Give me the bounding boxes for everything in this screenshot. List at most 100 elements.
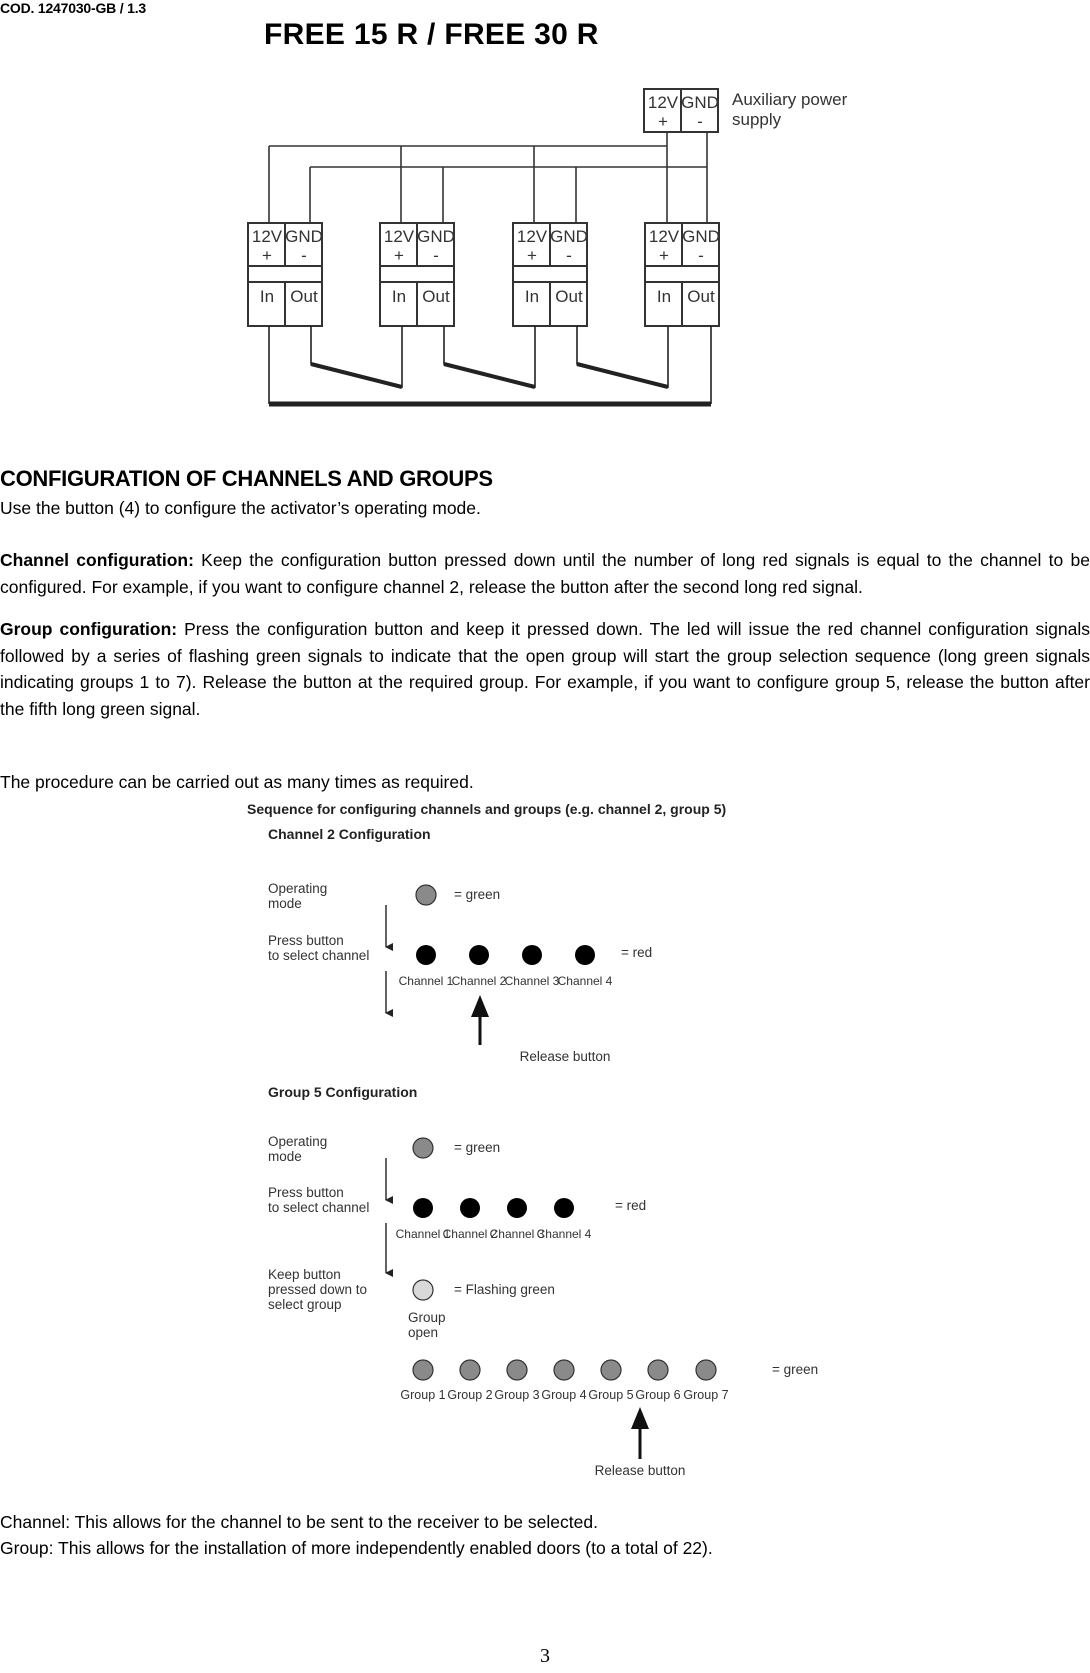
led-green-icon	[412, 1359, 434, 1381]
led-red-icon	[522, 945, 542, 965]
terminal-12v-sign: +	[527, 246, 537, 265]
led-green-icon	[553, 1359, 575, 1381]
terminal-unit: 12V+ GND- In Out	[247, 222, 323, 327]
led-red-icon	[416, 945, 436, 965]
channel-note: Channel: This allows for the channel to …	[0, 1512, 598, 1532]
terminal-12v-label: 12V	[252, 227, 283, 246]
group-config-label: Group configuration:	[0, 619, 178, 639]
group-note: Group: This allows for the installation …	[0, 1538, 713, 1558]
terminal-12v-label: 12V	[384, 227, 415, 246]
terminal-separator	[644, 265, 720, 283]
channel-config-label: Channel configuration:	[0, 550, 194, 570]
terminal-in-label: In	[525, 287, 539, 306]
channel-block-operating-2: mode	[268, 896, 302, 911]
led-green-icon	[695, 1359, 717, 1381]
group-label: Group 3	[494, 1388, 539, 1402]
daisy-chain-links	[268, 326, 712, 407]
group-label: Group 4	[541, 1388, 586, 1402]
led-flashing-green-icon	[412, 1279, 434, 1301]
terminal-in-label: In	[260, 287, 274, 306]
aux-12v-sign: +	[658, 112, 668, 131]
group-block-red-legend: = red	[615, 1198, 646, 1213]
terminal-out-label: Out	[290, 287, 318, 306]
channel-label: Channel 3	[505, 974, 560, 988]
led-green-icon	[647, 1359, 669, 1381]
channel-block-release-label: Release button	[520, 1049, 611, 1064]
channel-label: Channel 4	[537, 1227, 592, 1241]
group-open-label-1: Group	[408, 1310, 446, 1325]
section-heading: CONFIGURATION OF CHANNELS AND GROUPS	[0, 466, 493, 491]
release-arrowhead-icon	[471, 995, 489, 1017]
led-red-icon	[554, 1198, 574, 1218]
terminal-gnd-label: GND	[417, 227, 455, 246]
terminal-out-label: Out	[687, 287, 715, 306]
terminal-gnd-sign: -	[301, 246, 307, 265]
sequence-title: Sequence for configuring channels and gr…	[247, 801, 726, 817]
led-green-icon	[412, 1137, 434, 1159]
group-block-operating-1: Operating	[268, 1134, 327, 1149]
group-config-paragraph: Group configuration: Press the configura…	[0, 616, 1090, 722]
led-red-icon	[460, 1198, 480, 1218]
group-block-keep-2: pressed down to	[268, 1282, 367, 1297]
led-red-icon	[469, 945, 489, 965]
aux-supply-label-1: Auxiliary power	[732, 90, 848, 109]
terminal-gnd-sign: -	[433, 246, 439, 265]
terminal-out-label: Out	[555, 287, 583, 306]
terminal-separator	[379, 265, 455, 283]
release-arrowhead-icon	[631, 1407, 649, 1429]
terminal-gnd-label: GND	[682, 227, 720, 246]
aux-gnd-label: GND	[681, 93, 719, 112]
terminal-gnd-label: GND	[550, 227, 588, 246]
section-intro: Use the button (4) to configure the acti…	[0, 498, 481, 518]
group-block-keep-1: Keep button	[268, 1267, 341, 1282]
terminal-separator	[512, 265, 588, 283]
terminal-12v-label: 12V	[649, 227, 680, 246]
group-block-keep-3: select group	[268, 1297, 342, 1312]
terminal-separator	[247, 265, 323, 283]
terminal-out-label: Out	[422, 287, 450, 306]
group-block-release-label: Release button	[595, 1463, 686, 1478]
terminal-unit: 12V+ GND- In Out	[512, 222, 588, 327]
led-red-icon	[575, 945, 595, 965]
group-block-press-1: Press button	[268, 1185, 344, 1200]
terminal-12v-label: 12V	[517, 227, 548, 246]
terminal-gnd-sign: -	[566, 246, 572, 265]
wiring-diagram: 12V+GND-In Out12V+GND-In Out12V+GND-In Out1…	[247, 88, 848, 407]
group-block-green-legend: = green	[454, 1140, 500, 1155]
led-green-icon	[459, 1359, 481, 1381]
group-label: Group 1	[400, 1388, 445, 1402]
terminal-12v-sign: +	[262, 246, 272, 265]
channel-block-press-1: Press button	[268, 933, 344, 948]
led-green-icon	[506, 1359, 528, 1381]
group-open-label-2: open	[408, 1325, 438, 1340]
terminal-12v-sign: +	[659, 246, 669, 265]
group-label: Group 7	[683, 1388, 728, 1402]
led-green-icon	[415, 884, 437, 906]
group-label: Group 5	[588, 1388, 633, 1402]
channel-block-press-2: to select channel	[268, 948, 369, 963]
terminal-gnd-sign: -	[698, 246, 704, 265]
terminal-12v-sign: +	[394, 246, 404, 265]
channel-block-green-legend: = green	[454, 887, 500, 902]
channel-block-red-legend: = red	[621, 945, 652, 960]
aux-gnd-sign: -	[697, 112, 703, 131]
group-label: Group 2	[447, 1388, 492, 1402]
sequence-diagram: Sequence for configuring channels and gr…	[247, 801, 818, 1478]
led-red-icon	[413, 1198, 433, 1218]
group-block-operating-2: mode	[268, 1149, 302, 1164]
channel-label: Channel 1	[399, 974, 454, 988]
channel-block-operating-1: Operating	[268, 881, 327, 896]
terminal-gnd-label: GND	[285, 227, 323, 246]
group-block-heading: Group 5 Configuration	[268, 1084, 417, 1100]
group-label: Group 6	[635, 1388, 680, 1402]
group-block-flashing-legend: = Flashing green	[454, 1282, 555, 1297]
groups-green-legend: = green	[772, 1362, 818, 1377]
led-green-icon	[600, 1359, 622, 1381]
terminal-unit: 12V+ GND- In Out	[644, 222, 720, 327]
terminal-in-label: In	[657, 287, 671, 306]
page-number: 3	[540, 1645, 550, 1667]
channel-config-paragraph: Channel configuration: Keep the configur…	[0, 547, 1090, 600]
channel-block-heading: Channel 2 Configuration	[268, 826, 431, 842]
terminal-in-label: In	[392, 287, 406, 306]
aux-12v-label: 12V	[648, 93, 679, 112]
